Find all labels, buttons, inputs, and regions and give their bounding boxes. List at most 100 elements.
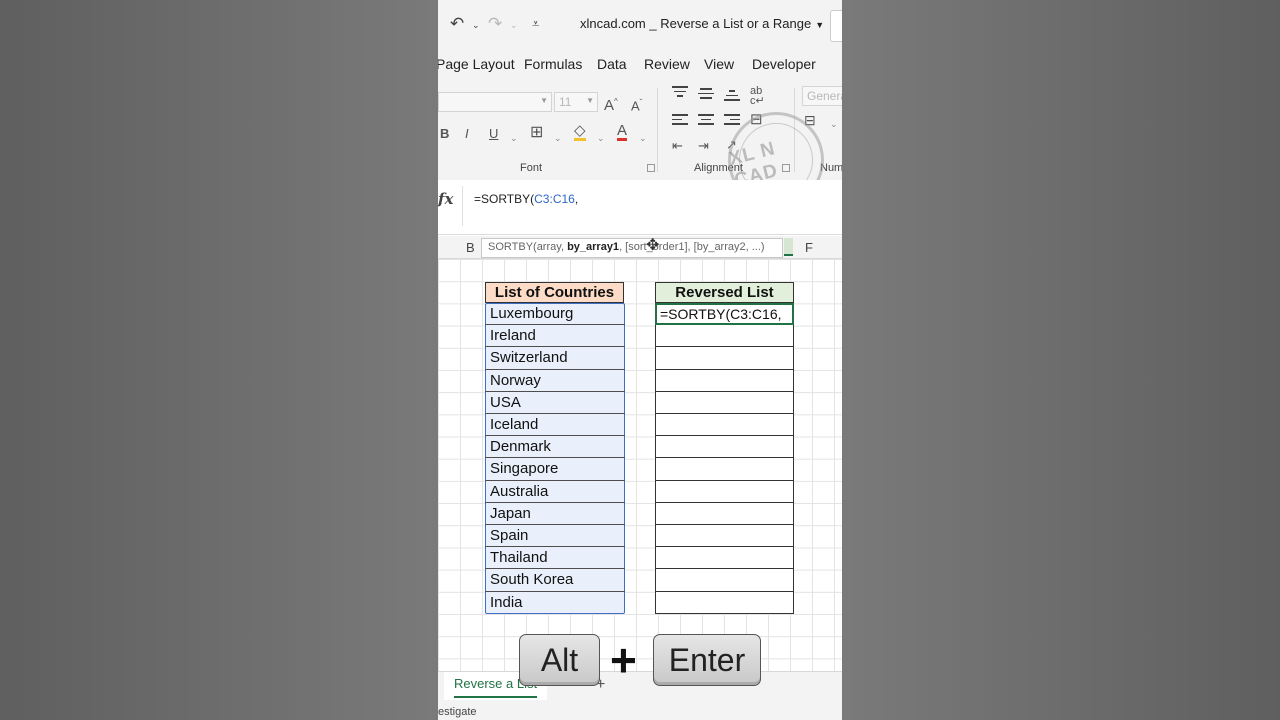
borders-icon[interactable]: ⊞ xyxy=(530,125,543,141)
formula-input[interactable]: =SORTBY(C3:C16, xyxy=(474,192,578,206)
reversed-cell[interactable] xyxy=(655,436,794,459)
country-cell[interactable]: India xyxy=(485,592,625,614)
country-cell[interactable]: Norway xyxy=(485,370,625,392)
underline-button[interactable]: U xyxy=(489,126,498,142)
reversed-cell[interactable] xyxy=(655,547,794,570)
wrap-text-icon[interactable]: ab c↵ xyxy=(750,86,765,107)
decrease-indent-icon[interactable]: ⇤ xyxy=(672,138,683,154)
reversed-cell[interactable] xyxy=(655,591,794,614)
font-color-icon[interactable]: A xyxy=(617,123,628,141)
column-header-f[interactable]: F xyxy=(805,240,813,255)
reversed-cell[interactable] xyxy=(655,502,794,525)
country-cell[interactable]: Ireland xyxy=(485,325,625,348)
alt-key-overlay: Alt xyxy=(519,634,600,686)
reversed-cell[interactable] xyxy=(655,480,794,503)
status-text: estigate xyxy=(438,706,477,718)
reversed-cell[interactable] xyxy=(655,569,794,592)
tab-view[interactable]: View xyxy=(704,56,734,72)
country-cell[interactable]: Denmark xyxy=(485,436,625,459)
font-group-label: Font xyxy=(520,162,543,174)
country-cell[interactable]: USA xyxy=(485,392,625,414)
video-background-left xyxy=(0,0,438,720)
chevron-down-icon[interactable]: ⌄ xyxy=(510,130,518,146)
number-format-dropdown[interactable]: Genera xyxy=(802,86,842,106)
country-cell[interactable]: Switzerland xyxy=(485,347,625,370)
redo-icon[interactable]: ↷ xyxy=(488,14,502,34)
title-bar: ↶ ⌄ ↷ ⌄ ⩡ xlncad.com _ Reverse a List or… xyxy=(438,0,842,48)
function-tooltip[interactable]: SORTBY(array, by_array1, [sort_order1], … xyxy=(481,238,783,258)
decrease-font-size-icon[interactable]: Aˇ xyxy=(631,95,642,114)
font-size-value: 11 xyxy=(559,95,572,109)
align-left-icon[interactable] xyxy=(672,114,688,128)
document-title[interactable]: xlncad.com _ Reverse a List or a Range ▼ xyxy=(580,16,824,31)
sheet-tab-bar: Reverse a List + xyxy=(438,671,842,702)
formula-range-reference: C3:C16 xyxy=(534,192,575,206)
tab-data[interactable]: Data xyxy=(597,56,627,72)
reversed-cell[interactable] xyxy=(655,525,794,548)
excel-window: ↶ ⌄ ↷ ⌄ ⩡ xlncad.com _ Reverse a List or… xyxy=(438,0,842,720)
reversed-cell[interactable] xyxy=(655,369,794,392)
country-cell[interactable]: Thailand xyxy=(485,547,625,570)
reversed-cell[interactable] xyxy=(655,347,794,370)
chevron-down-icon: ▼ xyxy=(586,96,594,105)
chevron-down-icon[interactable]: ⌄ xyxy=(554,130,562,146)
italic-button[interactable]: I xyxy=(465,126,469,142)
reversed-cell[interactable] xyxy=(655,391,794,414)
formula-function-text: =SORTBY( xyxy=(474,192,535,206)
column-header-e-highlight[interactable] xyxy=(784,238,793,256)
increase-indent-icon[interactable]: ⇥ xyxy=(698,138,709,154)
country-cell[interactable]: Luxembourg xyxy=(485,303,625,326)
chevron-down-icon[interactable]: ⌄ xyxy=(597,130,605,146)
tooltip-text-rest: , [sort_order1], [by_array2, ...) xyxy=(619,241,765,253)
fill-color-icon[interactable]: ◇ xyxy=(574,123,586,141)
ribbon-tabs: Page Layout Formulas Data Review View De… xyxy=(438,48,842,80)
country-cell[interactable]: Spain xyxy=(485,525,625,548)
insert-function-icon[interactable]: fx xyxy=(438,190,453,208)
reversed-cell[interactable] xyxy=(655,458,794,481)
font-dialog-launcher-icon[interactable] xyxy=(647,164,655,172)
chevron-down-icon[interactable]: ⌄ xyxy=(639,130,647,146)
tab-page-layout[interactable]: Page Layout xyxy=(438,56,515,72)
tooltip-current-arg: by_array1 xyxy=(567,241,620,253)
redo-dropdown-icon[interactable]: ⌄ xyxy=(510,20,518,31)
formula-bar-divider xyxy=(462,186,463,226)
middle-align-icon[interactable] xyxy=(698,88,714,102)
reversed-header-cell[interactable]: Reversed List xyxy=(655,282,794,303)
move-cursor-icon: ✥ xyxy=(646,237,660,254)
reversed-cell[interactable] xyxy=(655,325,794,348)
country-cell[interactable]: Australia xyxy=(485,481,625,503)
country-cell[interactable]: Singapore xyxy=(485,458,625,481)
video-background-right xyxy=(842,0,1280,720)
active-cell[interactable]: =SORTBY(C3:C16, xyxy=(655,303,794,326)
undo-dropdown-icon[interactable]: ⌄ xyxy=(472,20,480,31)
formula-comma: , xyxy=(574,192,579,206)
countries-header-cell[interactable]: List of Countries xyxy=(485,282,624,303)
tab-developer[interactable]: Developer xyxy=(752,56,816,72)
reversed-cell[interactable] xyxy=(655,414,794,437)
formula-bar: fx =SORTBY(C3:C16, xyxy=(438,180,842,235)
tab-formulas[interactable]: Formulas xyxy=(524,56,582,72)
title-dropdown-icon: ▼ xyxy=(815,20,825,30)
align-right-icon[interactable] xyxy=(724,114,740,128)
country-cell[interactable]: Iceland xyxy=(485,414,625,437)
column-header-b[interactable]: B xyxy=(466,240,475,255)
status-bar: estigate xyxy=(438,701,842,720)
font-size-dropdown[interactable]: 11 ▼ xyxy=(554,92,598,112)
bold-button[interactable]: B xyxy=(440,126,449,142)
group-divider xyxy=(657,88,658,172)
chevron-down-icon[interactable]: ⌄ xyxy=(830,116,838,132)
country-cell[interactable]: Japan xyxy=(485,503,625,525)
search-box[interactable] xyxy=(830,10,842,42)
chevron-down-icon: ▼ xyxy=(540,96,548,105)
align-center-icon[interactable] xyxy=(698,114,714,128)
font-name-dropdown[interactable]: ▼ xyxy=(438,92,552,112)
undo-icon[interactable]: ↶ xyxy=(450,14,464,34)
tab-review[interactable]: Review xyxy=(644,56,690,72)
top-align-icon[interactable] xyxy=(672,86,688,100)
number-format-value: Genera xyxy=(807,89,842,103)
increase-font-size-icon[interactable]: A^ xyxy=(604,94,618,114)
bottom-align-icon[interactable] xyxy=(724,90,740,104)
country-cell[interactable]: South Korea xyxy=(485,569,625,592)
document-title-text: xlncad.com _ Reverse a List or a Range xyxy=(580,16,812,31)
customize-toolbar-icon[interactable]: ⩡ xyxy=(532,16,539,32)
